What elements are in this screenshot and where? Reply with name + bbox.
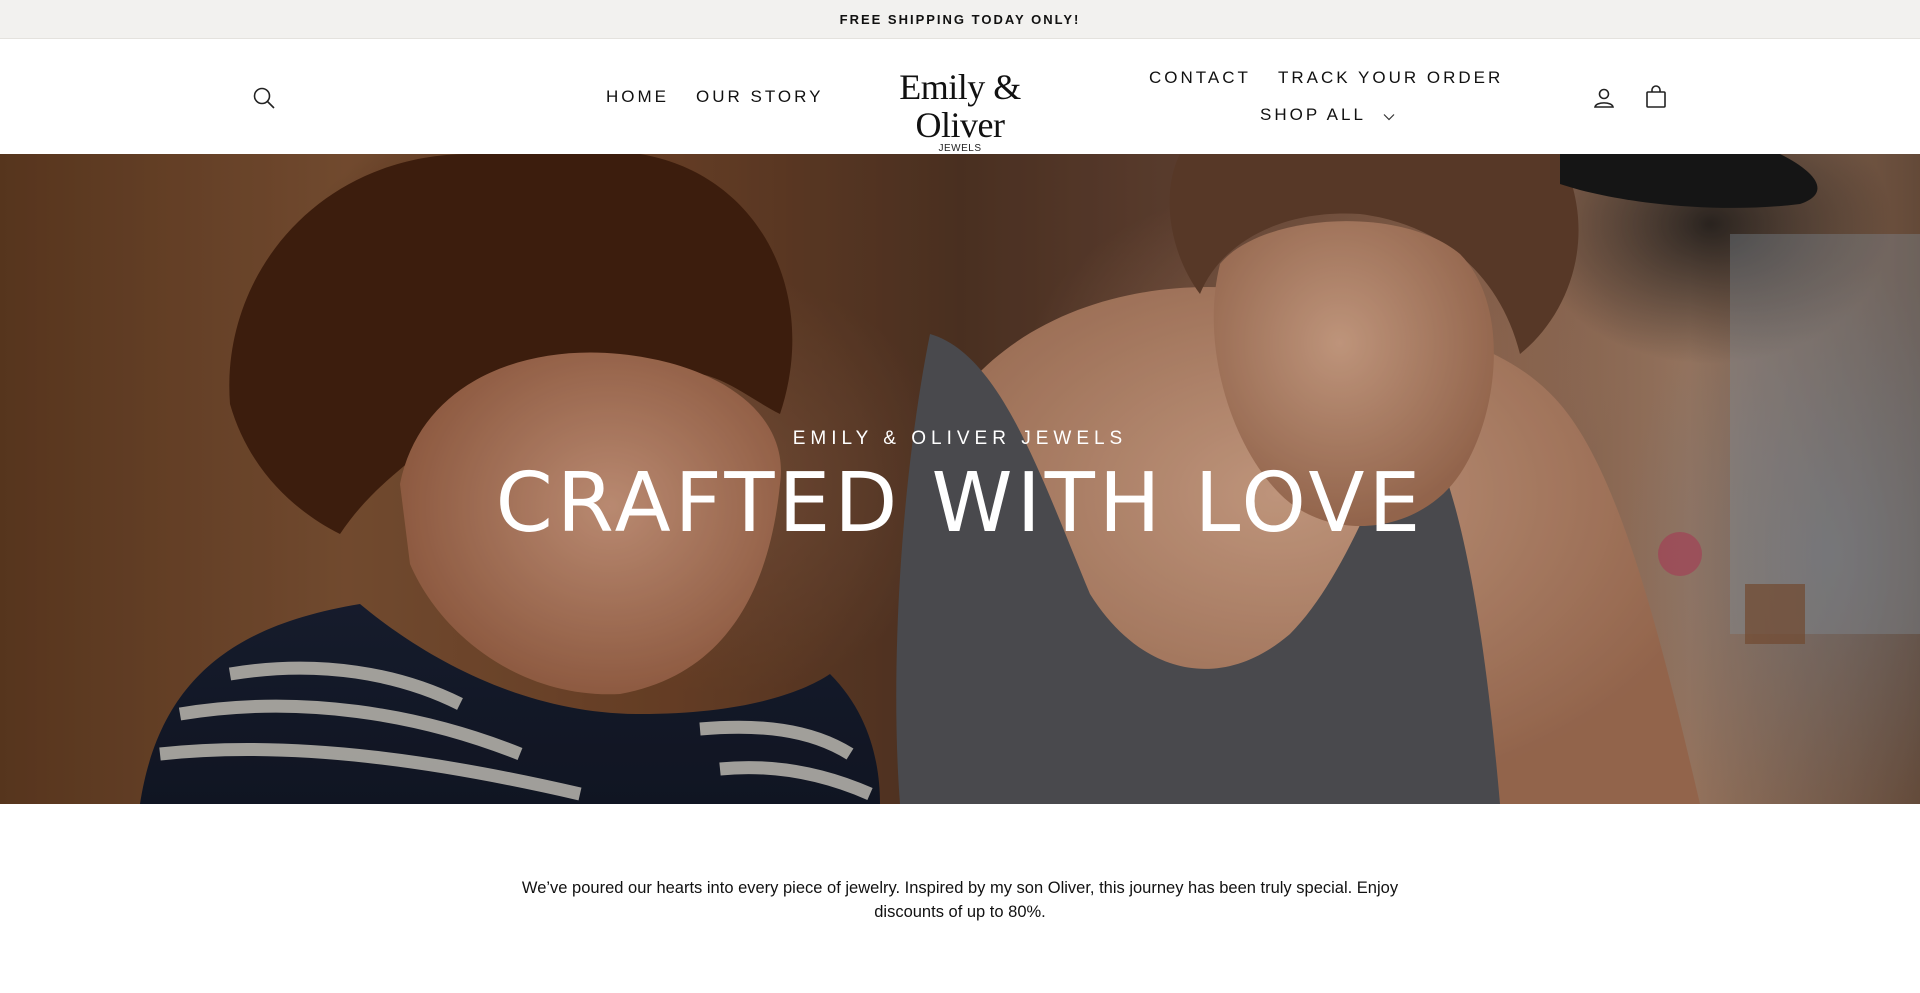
chevron-down-icon xyxy=(1383,106,1395,126)
announcement-text: FREE SHIPPING TODAY ONLY! xyxy=(839,11,1081,27)
intro-text: We’ve poured our hearts into every piece… xyxy=(521,879,1399,921)
site-logo[interactable]: Emily & Oliver JEWELS xyxy=(860,68,1060,154)
announcement-bar: FREE SHIPPING TODAY ONLY! xyxy=(0,0,1920,39)
logo-name: Emily & Oliver xyxy=(899,67,1021,145)
nav-our-story[interactable]: OUR STORY xyxy=(696,87,823,107)
search-icon[interactable] xyxy=(247,81,281,115)
account-icon[interactable] xyxy=(1587,81,1621,115)
site-header: HOME OUR STORY Emily & Oliver JEWELS CON… xyxy=(0,39,1920,154)
nav-shop-all-label: SHOP ALL xyxy=(1260,105,1366,124)
nav-home[interactable]: HOME xyxy=(606,87,669,107)
cart-icon[interactable] xyxy=(1639,80,1673,114)
hero-title: CRAFTED WITH LOVE xyxy=(495,456,1425,551)
nav-shop-all[interactable]: SHOP ALL xyxy=(1260,105,1395,126)
hero-banner: EMILY & OLIVER JEWELS CRAFTED WITH LOVE xyxy=(0,154,1920,804)
hero-eyebrow: EMILY & OLIVER JEWELS xyxy=(792,428,1128,449)
nav-track-your-order[interactable]: TRACK YOUR ORDER xyxy=(1278,68,1503,88)
nav-contact[interactable]: CONTACT xyxy=(1149,68,1251,88)
